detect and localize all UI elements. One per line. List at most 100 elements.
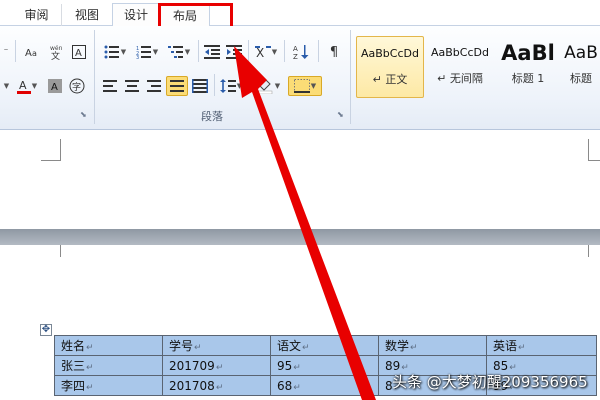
font-color-button[interactable]: A ▼ bbox=[14, 76, 40, 96]
table-cell[interactable]: 95↵ bbox=[270, 355, 379, 376]
table-cell[interactable]: 数学↵ bbox=[378, 335, 487, 356]
document-page-top[interactable] bbox=[0, 131, 600, 229]
chevron-down-icon: ▼ bbox=[3, 82, 10, 90]
enclose-characters-icon: 字 bbox=[69, 78, 85, 94]
style-preview: AaBbCcDd bbox=[361, 47, 419, 60]
style-name: ↵ 正文 bbox=[372, 73, 408, 86]
justify-icon bbox=[170, 80, 184, 92]
cell-mark-icon: ↵ bbox=[215, 382, 224, 393]
chevron-down-icon: ▼ bbox=[271, 48, 278, 56]
align-right-button[interactable] bbox=[144, 76, 164, 96]
divider bbox=[15, 40, 16, 62]
crop-mark bbox=[41, 245, 61, 257]
cell-text: 95 bbox=[277, 358, 293, 373]
svg-text:A: A bbox=[51, 82, 58, 93]
paragraph-group-label: 段落 bbox=[201, 110, 223, 123]
cell-text: 英语 bbox=[493, 339, 518, 353]
bullets-button[interactable]: ▼ bbox=[100, 42, 130, 62]
ribbon-panel: ⁻ Aa wén 文 A ▼ A ▼ A 字 ⬊ ▼ 123 ▼ ▼ X ▼ A… bbox=[0, 26, 600, 130]
paragraph-dialog-launcher-icon[interactable]: ⬊ bbox=[337, 110, 344, 119]
pilcrow-icon: ¶ bbox=[329, 44, 339, 60]
align-center-button[interactable] bbox=[122, 76, 142, 96]
style-name-text: 正文 bbox=[385, 73, 408, 86]
chevron-down-icon: ▼ bbox=[120, 48, 127, 56]
cell-text: 姓名 bbox=[61, 339, 86, 353]
crop-mark bbox=[41, 139, 61, 161]
line-spacing-icon bbox=[219, 79, 236, 93]
table-cell[interactable]: 68↵ bbox=[270, 375, 379, 396]
multilevel-list-button[interactable]: ▼ bbox=[164, 42, 194, 62]
align-left-button[interactable] bbox=[100, 76, 120, 96]
decrease-indent-button[interactable] bbox=[202, 42, 222, 62]
character-border-button[interactable]: A bbox=[70, 42, 88, 62]
show-formatting-marks-button[interactable]: ¶ bbox=[324, 42, 344, 62]
svg-text:A: A bbox=[19, 79, 27, 92]
tab-review[interactable]: 审阅 bbox=[12, 4, 62, 26]
style-title[interactable]: AaB 标题 bbox=[562, 36, 600, 98]
cell-mark-icon: ↵ bbox=[215, 362, 224, 373]
enclose-characters-button[interactable]: 字 bbox=[67, 76, 87, 96]
table-cell[interactable]: 学号↵ bbox=[162, 335, 271, 356]
text-effect-dropdown[interactable]: ▼ bbox=[0, 76, 12, 96]
justify-button[interactable] bbox=[166, 76, 188, 96]
phonetic-guide-icon: wén文 bbox=[50, 45, 63, 60]
distributed-align-button[interactable] bbox=[190, 76, 210, 96]
style-preview: AaB bbox=[564, 43, 598, 63]
style-normal[interactable]: AaBbCcDd ↵ 正文 bbox=[356, 36, 424, 98]
phonetic-guide-button[interactable]: wén 文 bbox=[47, 42, 67, 62]
table-cell[interactable]: 201708↵ bbox=[162, 375, 271, 396]
tab-view[interactable]: 视图 bbox=[62, 4, 112, 26]
numbering-button[interactable]: 123 ▼ bbox=[132, 42, 162, 62]
align-left-icon bbox=[103, 80, 117, 92]
decrease-indent-icon bbox=[204, 45, 220, 59]
cell-text: 68 bbox=[277, 378, 293, 393]
cell-text: 201708 bbox=[169, 378, 215, 393]
group-divider bbox=[94, 30, 95, 124]
align-center-icon bbox=[125, 80, 139, 92]
svg-text:Z: Z bbox=[293, 53, 298, 60]
borders-button[interactable]: ▼ bbox=[288, 76, 322, 96]
sort-button[interactable]: AZ bbox=[290, 42, 312, 62]
font-size-shrink-button[interactable]: ⁻ bbox=[0, 42, 12, 62]
divider bbox=[198, 40, 199, 62]
chinese-layout-icon: X bbox=[254, 46, 271, 59]
style-no-spacing[interactable]: AaBbCcDd ↵ 无间隔 bbox=[426, 36, 494, 98]
character-shading-button[interactable]: A bbox=[46, 76, 64, 96]
chevron-down-icon: ▼ bbox=[274, 82, 281, 90]
cell-text: 学号 bbox=[169, 339, 194, 353]
group-divider bbox=[350, 30, 351, 124]
increase-indent-button[interactable] bbox=[224, 42, 244, 62]
style-name: 标题 bbox=[570, 72, 592, 85]
numbering-icon: 123 bbox=[136, 46, 151, 59]
table-cell[interactable]: 张三↵ bbox=[54, 355, 163, 376]
table-move-handle-icon[interactable]: ✥ bbox=[40, 324, 52, 336]
chinese-layout-button[interactable]: X ▼ bbox=[252, 42, 280, 62]
cell-text: 语文 bbox=[277, 339, 302, 353]
sort-icon: AZ bbox=[293, 45, 309, 60]
style-name: 标题 1 bbox=[511, 72, 545, 85]
font-color-icon: A bbox=[16, 79, 31, 94]
cell-mark-icon: ↵ bbox=[86, 343, 94, 353]
table-cell[interactable]: 姓名↵ bbox=[54, 335, 163, 356]
svg-text:字: 字 bbox=[72, 81, 81, 93]
svg-text:3: 3 bbox=[136, 55, 139, 59]
character-border-icon: A bbox=[72, 45, 86, 59]
tab-table-design[interactable]: 设计 bbox=[112, 3, 160, 27]
font-dialog-launcher-icon[interactable]: ⬊ bbox=[80, 110, 87, 119]
cell-mark-icon: ↵ bbox=[410, 343, 418, 353]
table-cell[interactable]: 英语↵ bbox=[486, 335, 597, 356]
svg-text:A: A bbox=[75, 48, 82, 59]
line-spacing-button[interactable]: ▼ bbox=[218, 76, 244, 96]
table-cell[interactable]: 201709↵ bbox=[162, 355, 271, 376]
page-gap bbox=[0, 229, 600, 245]
svg-text:A: A bbox=[25, 48, 32, 59]
table-cell[interactable]: 李四↵ bbox=[54, 375, 163, 396]
shading-button[interactable]: ▼ bbox=[250, 76, 284, 96]
cell-text: 李四 bbox=[61, 379, 86, 393]
change-case-button[interactable]: Aa bbox=[22, 42, 44, 62]
chevron-down-icon: ▼ bbox=[236, 82, 243, 90]
table-cell[interactable]: 语文↵ bbox=[270, 335, 379, 356]
multilevel-list-icon bbox=[167, 46, 183, 58]
style-heading-1[interactable]: AaBl 标题 1 bbox=[496, 36, 560, 98]
chevron-down-icon: ▼ bbox=[310, 82, 317, 90]
